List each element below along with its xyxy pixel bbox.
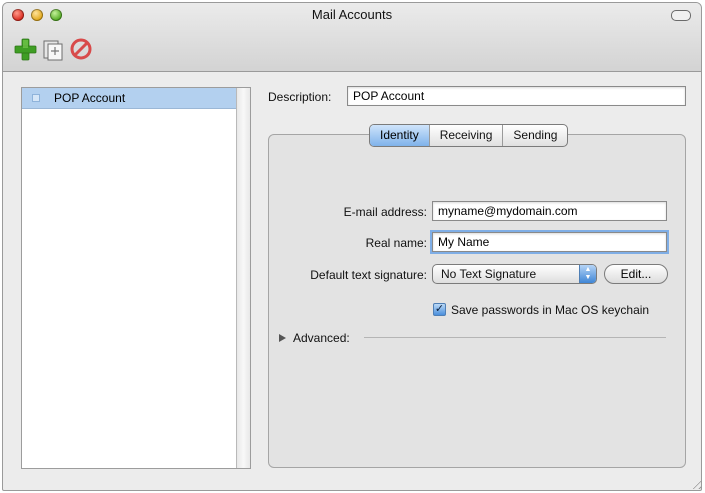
real-name-label: Real name: [365,236,427,250]
select-arrows-icon: ▲ ▼ [579,265,596,283]
disclosure-triangle-icon [279,334,286,342]
window-title: Mail Accounts [311,7,393,22]
toolbar-toggle-button[interactable] [671,10,691,21]
edit-signature-button[interactable]: Edit... [604,264,668,284]
signature-value: No Text Signature [441,267,537,281]
account-list[interactable]: POP Account [21,87,251,469]
advanced-disclosure[interactable]: Advanced: [279,331,350,345]
tab-sending[interactable]: Sending [503,125,567,146]
email-label: E-mail address: [343,205,427,219]
signature-select[interactable]: No Text Signature ▲ ▼ [432,264,597,284]
duplicate-account-button[interactable] [41,37,65,61]
signature-label: Default text signature: [310,268,427,282]
keychain-checkbox[interactable]: ✓ [433,303,446,316]
plus-icon [14,38,37,61]
description-field[interactable] [347,86,686,106]
account-name: POP Account [54,91,126,105]
tab-bar: Identity Receiving Sending [369,124,569,147]
tab-identity[interactable]: Identity [370,125,430,146]
tab-receiving[interactable]: Receiving [430,125,504,146]
prohibited-icon [70,38,92,60]
email-field[interactable] [432,201,667,221]
account-status-icon [32,94,40,102]
advanced-label: Advanced: [293,331,350,345]
keychain-label: Save passwords in Mac OS keychain [451,303,650,317]
account-list-item[interactable]: POP Account [22,88,236,109]
advanced-divider [364,337,666,338]
account-list-scrollbar[interactable] [236,88,250,468]
description-label: Description: [268,90,332,104]
duplicate-icon [43,40,63,61]
add-account-button[interactable] [13,37,37,61]
delete-account-button[interactable] [69,37,93,61]
account-settings-panel [268,134,686,468]
real-name-field[interactable] [432,232,667,252]
title-bar: Mail Accounts [3,3,701,72]
